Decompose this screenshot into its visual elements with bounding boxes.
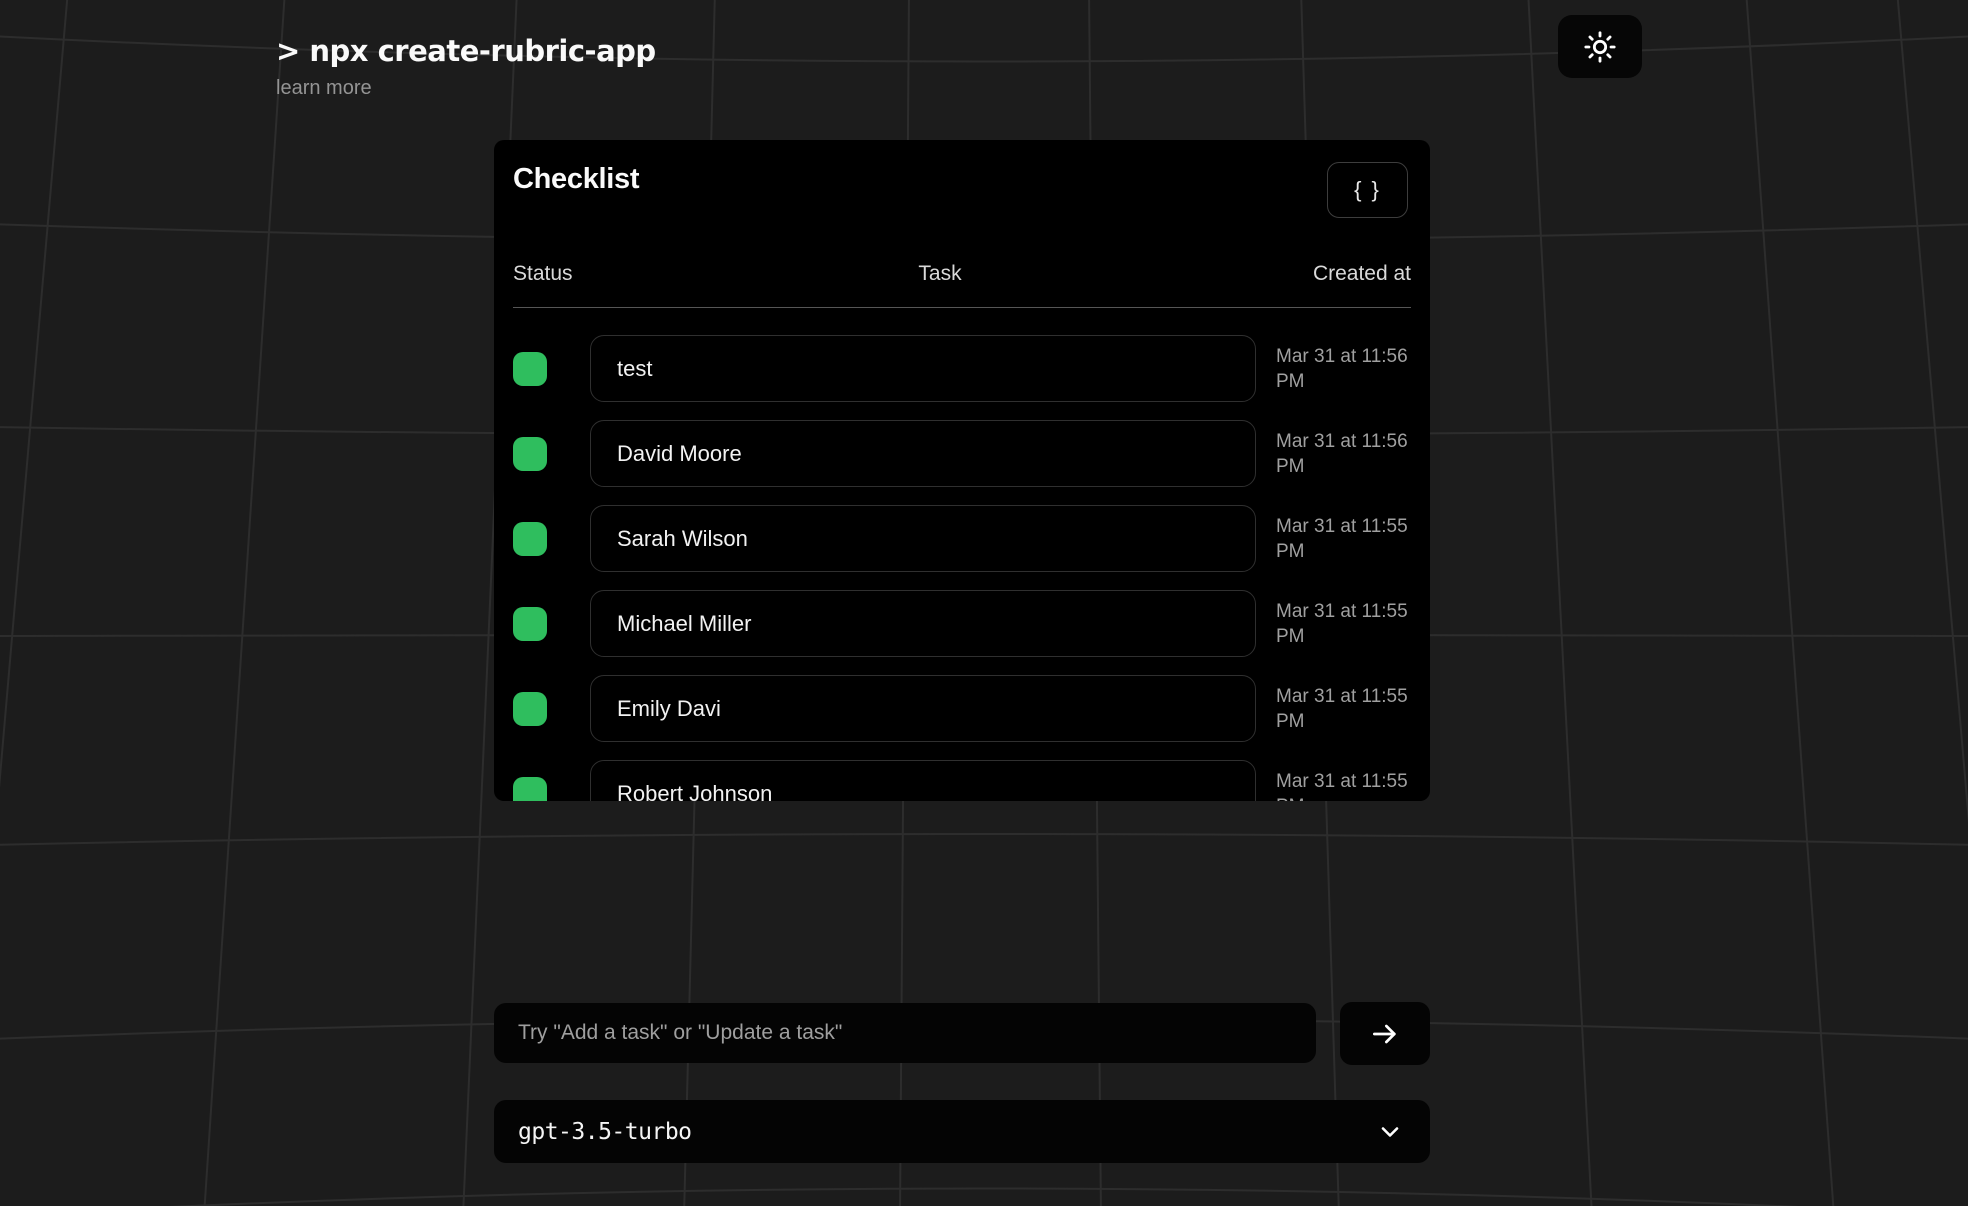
model-select[interactable]: gpt-3.5-turbo <box>494 1100 1430 1163</box>
task-created-at: Mar 31 at 11:55 PM <box>1276 599 1418 649</box>
learn-more-link[interactable]: learn more <box>276 77 372 100</box>
task-created-at: Mar 31 at 11:55 PM <box>1276 769 1418 802</box>
task-label: Michael Miller <box>617 611 751 637</box>
header-divider <box>513 307 1411 308</box>
column-task: Task <box>590 262 1290 286</box>
task-input[interactable]: David Moore <box>590 420 1256 487</box>
task-status-checkbox[interactable] <box>513 522 547 556</box>
task-row: test Mar 31 at 11:56 PM <box>494 326 1430 411</box>
task-label: David Moore <box>617 441 742 467</box>
task-status-checkbox[interactable] <box>513 692 547 726</box>
table-header: Status Task Created at <box>494 262 1430 288</box>
brand: > npx create-rubric-app learn more <box>276 34 656 100</box>
task-row: Emily Davi Mar 31 at 11:55 PM <box>494 666 1430 751</box>
task-row: David Moore Mar 31 at 11:56 PM <box>494 411 1430 496</box>
task-list: test Mar 31 at 11:56 PM David Moore Mar … <box>494 326 1430 801</box>
task-created-at: Mar 31 at 11:55 PM <box>1276 684 1418 734</box>
arrow-right-icon <box>1369 1018 1401 1050</box>
task-input[interactable]: Robert Johnson <box>590 760 1256 801</box>
task-input[interactable]: test <box>590 335 1256 402</box>
task-input[interactable]: Michael Miller <box>590 590 1256 657</box>
task-label: Robert Johnson <box>617 781 772 802</box>
checklist-card: Checklist { } Status Task Created at tes… <box>494 140 1430 801</box>
task-input[interactable]: Sarah Wilson <box>590 505 1256 572</box>
task-status-checkbox[interactable] <box>513 607 547 641</box>
prompt-submit-button[interactable] <box>1340 1002 1430 1065</box>
task-status-checkbox[interactable] <box>513 437 547 471</box>
task-row: Michael Miller Mar 31 at 11:55 PM <box>494 581 1430 666</box>
theme-toggle-button[interactable] <box>1558 15 1642 78</box>
column-created-at: Created at <box>1313 262 1411 286</box>
task-row: Sarah Wilson Mar 31 at 11:55 PM <box>494 496 1430 581</box>
task-status-checkbox[interactable] <box>513 352 547 386</box>
task-created-at: Mar 31 at 11:55 PM <box>1276 514 1418 564</box>
task-label: Sarah Wilson <box>617 526 748 552</box>
task-status-checkbox[interactable] <box>513 777 547 802</box>
model-select-value: gpt-3.5-turbo <box>518 1119 692 1145</box>
chevron-down-icon <box>1376 1118 1404 1146</box>
checklist-title: Checklist <box>513 163 639 196</box>
json-view-button[interactable]: { } <box>1327 162 1408 218</box>
task-label: test <box>617 356 652 382</box>
sun-icon <box>1583 30 1617 64</box>
prompt-input[interactable] <box>494 1003 1316 1063</box>
column-status: Status <box>513 262 573 286</box>
app-title: > npx create-rubric-app <box>276 34 656 68</box>
task-label: Emily Davi <box>617 696 721 722</box>
task-input[interactable]: Emily Davi <box>590 675 1256 742</box>
task-created-at: Mar 31 at 11:56 PM <box>1276 429 1418 479</box>
task-created-at: Mar 31 at 11:56 PM <box>1276 344 1418 394</box>
task-row: Robert Johnson Mar 31 at 11:55 PM <box>494 751 1430 801</box>
